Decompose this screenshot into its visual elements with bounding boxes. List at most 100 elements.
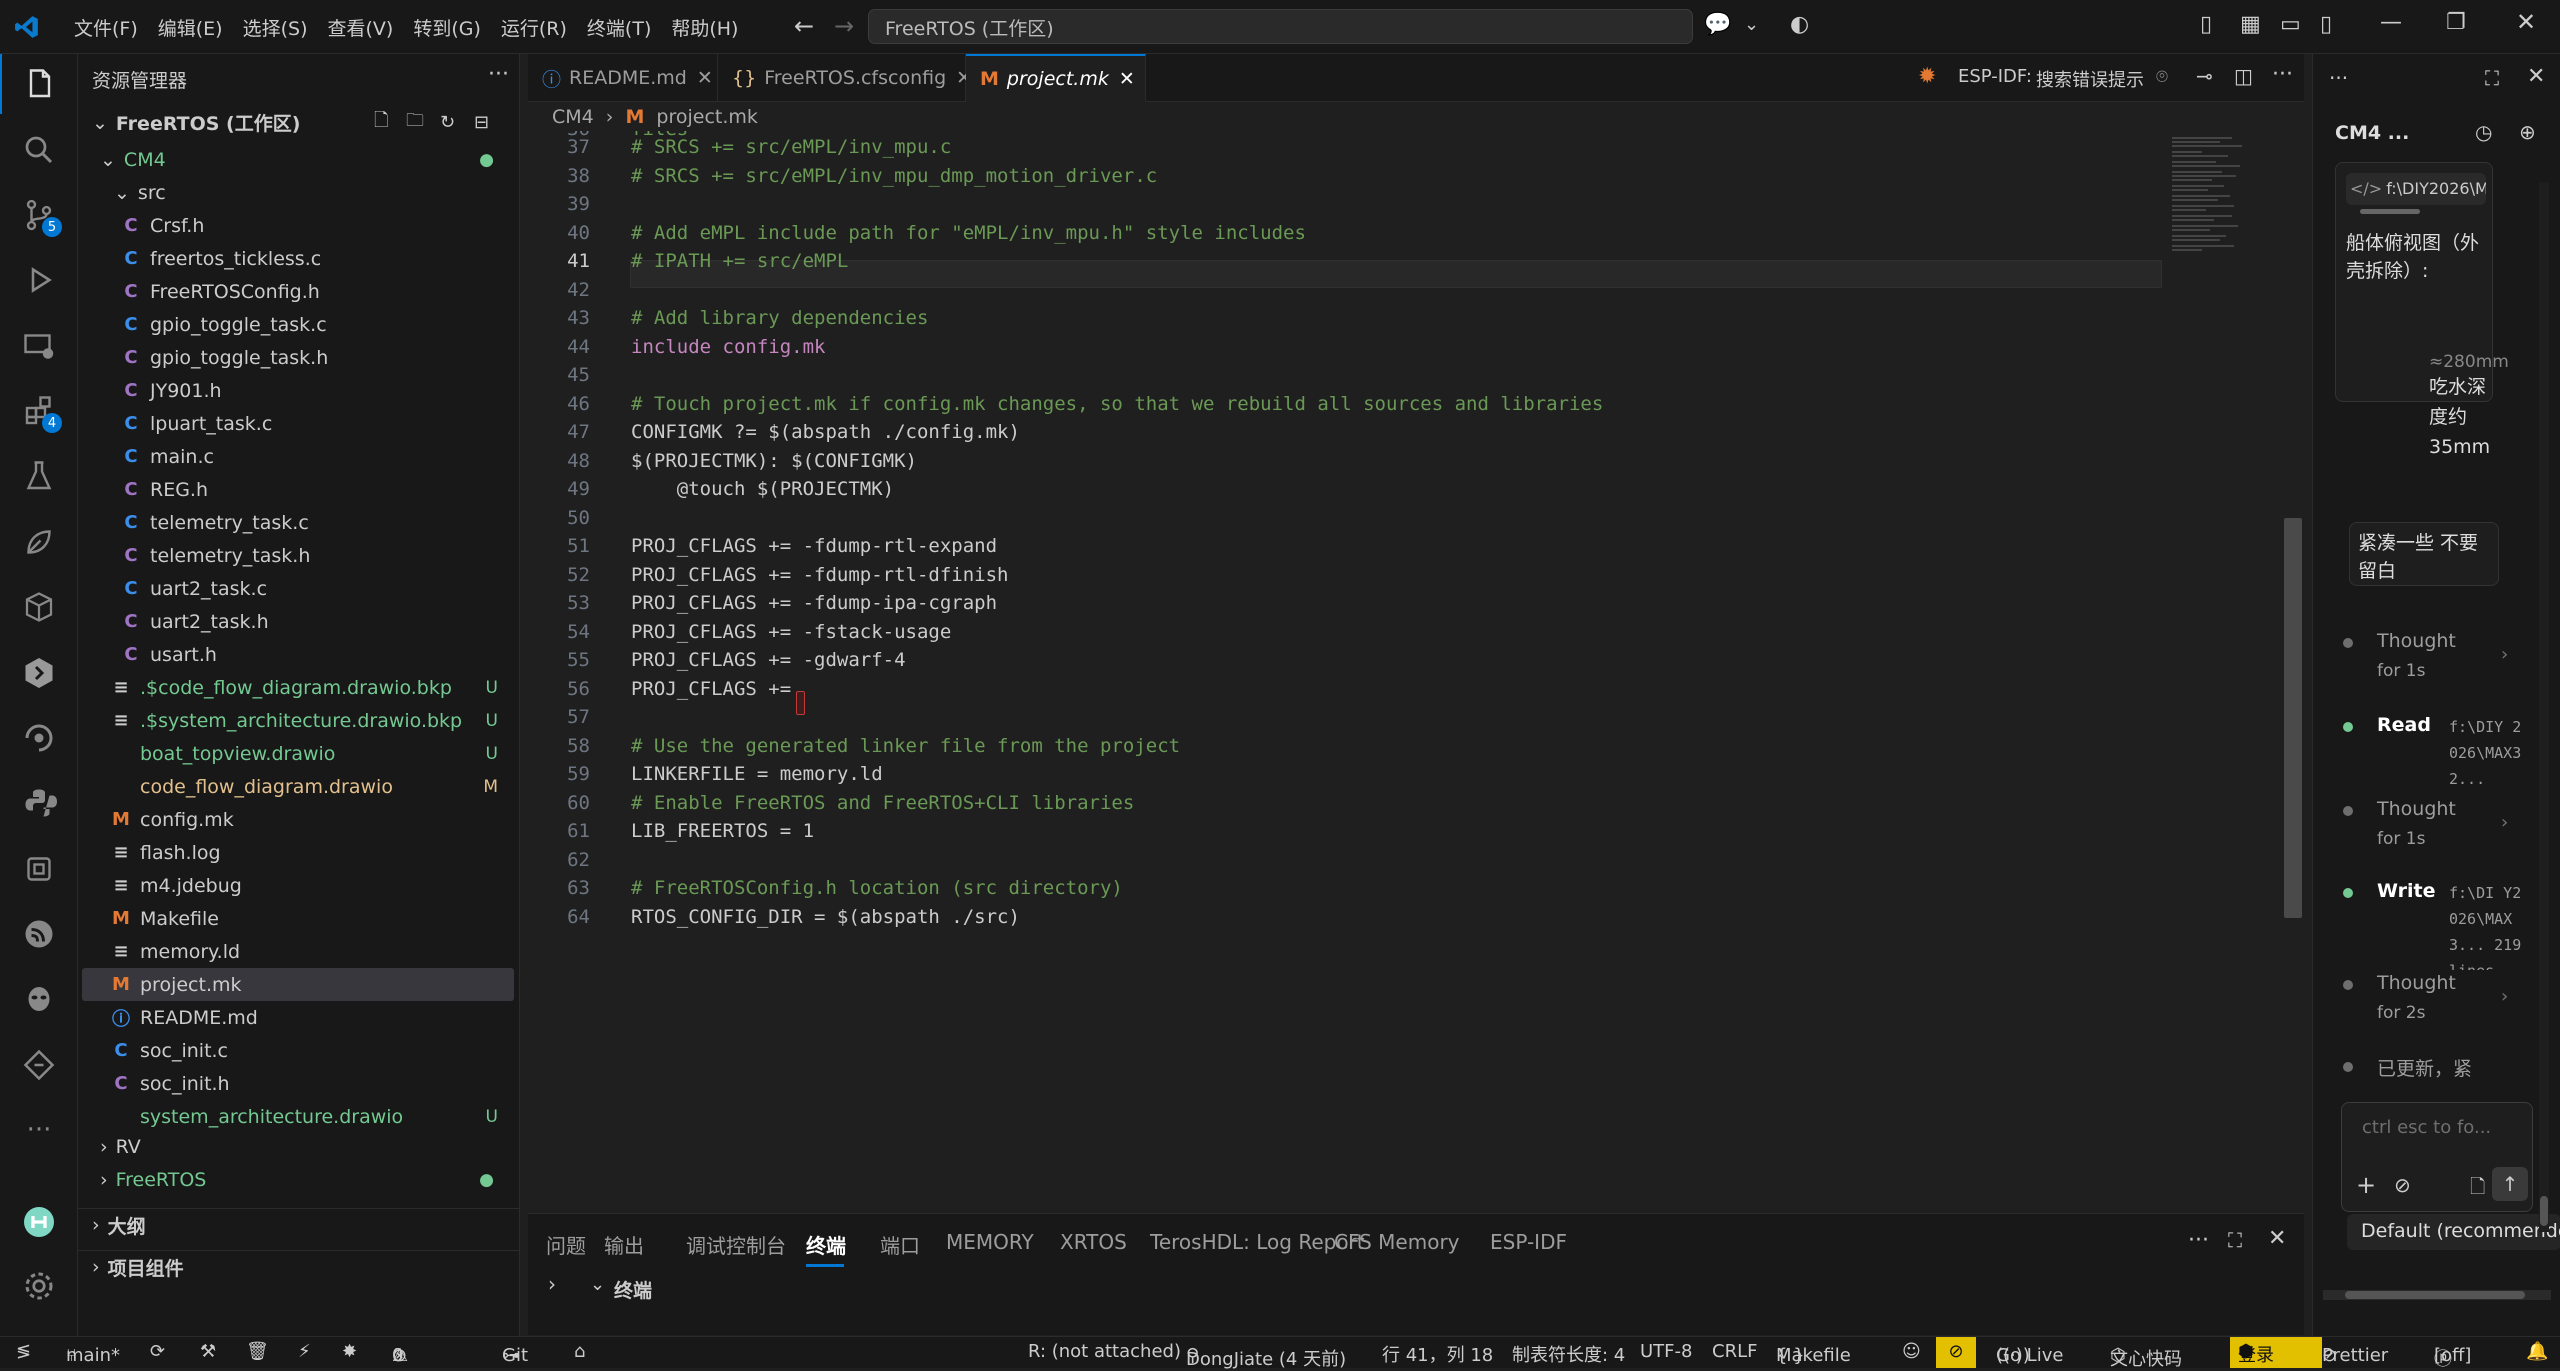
extensions-icon[interactable]: 4 <box>0 381 78 441</box>
file-row[interactable]: ≡ flash.log <box>78 836 520 869</box>
file-row[interactable]: Cusart.h <box>78 638 520 671</box>
close-icon[interactable]: ✕ <box>1119 68 1135 90</box>
folder-cm4[interactable]: ⌄ CM4 ● <box>78 143 520 176</box>
cursor-position[interactable]: 行 41，列 18 <box>1382 1341 1493 1367</box>
forward-arrow-icon[interactable]: → <box>834 12 854 40</box>
toggle-panel-icon[interactable]: ▭ <box>2280 12 2301 37</box>
menu-edit[interactable]: 编辑(E) <box>148 14 233 41</box>
file-icon[interactable]: 🗋 <box>2470 1173 2485 1205</box>
bug-icon[interactable]: ⌾ <box>2156 64 2168 88</box>
file-row[interactable]: Cgpio_toggle_task.h <box>78 341 520 374</box>
file-row[interactable]: system_architecture.drawio U <box>78 1100 520 1133</box>
panel-tab[interactable]: 端口 <box>880 1230 920 1259</box>
command-center-search[interactable]: FreeRTOS (工作区) <box>868 9 1693 44</box>
slash-command-icon[interactable]: ⊘ <box>2394 1173 2411 1197</box>
folder-freertos[interactable]: › FreeRTOS ● <box>78 1163 520 1196</box>
chat-vscrollbar[interactable] <box>2539 182 2549 1232</box>
bell-icon[interactable]: 🔔 <box>2526 1341 2548 1362</box>
chevron-down-icon[interactable]: ⌄ <box>590 1274 605 1295</box>
folder-src[interactable]: ⌄ src <box>78 176 520 209</box>
panel-tab[interactable]: XRTOS <box>1060 1230 1127 1254</box>
accounts-shield-icon[interactable]: ◐ <box>1790 12 1809 37</box>
close-icon[interactable]: ✕ <box>697 67 713 89</box>
minimize-icon[interactable]: — <box>2380 10 2402 35</box>
file-row[interactable]: boat_topview.drawio U <box>78 737 520 770</box>
file-row[interactable]: C REG.h <box>78 473 520 506</box>
close-panel-icon[interactable]: ✕ <box>2268 1226 2286 1251</box>
breadcrumb-folder[interactable]: CM4 <box>552 106 594 128</box>
project-components-section[interactable]: › 项目组件 <box>78 1250 520 1283</box>
chat-hscrollbar[interactable] <box>2323 1290 2551 1300</box>
menu-selection[interactable]: 选择(S) <box>233 14 318 41</box>
leaf-icon[interactable] <box>0 512 78 572</box>
file-row[interactable]: Mproject.mk <box>82 968 514 1001</box>
encoding[interactable]: UTF-8 <box>1640 1341 1692 1362</box>
maximize-panel-icon[interactable]: ⛶ <box>2228 1228 2242 1252</box>
settings-gear-icon[interactable] <box>0 1256 78 1316</box>
tab-cfsconfig[interactable]: {} FreeRTOS.cfsconfig ✕ <box>718 54 972 102</box>
panel-tab[interactable]: TerosHDL: Log Report <box>1150 1230 1365 1254</box>
menu-run[interactable]: 运行(R) <box>491 14 577 41</box>
chevron-down-icon[interactable]: ⌄ <box>1744 14 1759 35</box>
notification-highlight-icon[interactable]: ⊘ <box>1936 1337 1976 1368</box>
trash-icon[interactable]: 🗑 <box>246 1341 269 1362</box>
more-actions-icon[interactable]: ··· <box>2329 66 2348 90</box>
maximize-icon[interactable]: ⛶ <box>2485 66 2499 90</box>
alien-icon[interactable] <box>0 969 78 1029</box>
toggle-sidebar-icon[interactable]: ▯ <box>2200 12 2212 37</box>
espidf-error-hint-button[interactable]: 搜索错误提示 <box>2036 66 2144 92</box>
file-row[interactable]: code_flow_diagram.drawio M <box>78 770 520 803</box>
file-row[interactable]: Cmain.c <box>78 440 520 473</box>
vscroll-thumb[interactable] <box>2540 1196 2548 1226</box>
file-row[interactable]: Ctelemetry_task.c <box>78 506 520 539</box>
debugger-status[interactable]: R: (not attached) <box>1028 1341 1181 1362</box>
eol[interactable]: CRLF <box>1712 1341 1757 1362</box>
login-button[interactable]: ⬢ 登录 <box>2230 1337 2322 1368</box>
new-file-icon[interactable]: 🗋 <box>374 108 388 138</box>
file-row[interactable]: Csoc_init.h <box>78 1067 520 1100</box>
source-control-icon[interactable]: 5 <box>0 185 78 245</box>
file-row[interactable]: Cfreertos_tickless.c <box>78 242 520 275</box>
file-row[interactable]: ≡ .$code_flow_diagram.drawio.bkp U <box>78 671 520 704</box>
file-row[interactable]: ≡ .$system_architecture.drawio.bkp U <box>78 704 520 737</box>
tab-size[interactable]: 制表符长度: 4 <box>1512 1341 1625 1367</box>
run-debug-icon[interactable] <box>0 250 78 310</box>
remote-icon[interactable]: ≶ <box>16 1341 31 1362</box>
editor-scrollbar-thumb[interactable] <box>2284 518 2302 918</box>
outline-section[interactable]: › 大纲 <box>78 1208 520 1241</box>
file-row[interactable]: C FreeRTOSConfig.h <box>78 275 520 308</box>
chat-input-box[interactable]: ctrl esc to fo... + ⊘ 🗋 ↑ <box>2341 1102 2533 1212</box>
panel-tab[interactable]: 输出 <box>604 1230 644 1259</box>
chevron-right-icon[interactable]: › <box>2501 812 2508 833</box>
panel-tab[interactable]: 终端 <box>806 1230 846 1259</box>
file-row[interactable]: C JY901.h <box>78 374 520 407</box>
chevron-right-icon[interactable]: › <box>2501 644 2508 665</box>
platformio-icon[interactable] <box>0 708 78 768</box>
debug-icon[interactable]: ✸ <box>342 1341 357 1362</box>
python-icon[interactable] <box>0 773 78 833</box>
account-avatar-icon[interactable] <box>0 1192 78 1252</box>
layout-icon[interactable]: ▦ <box>2240 12 2261 37</box>
split-editor-icon[interactable]: ◫ <box>2234 64 2253 88</box>
toolkit-icon[interactable]: ⚒ <box>200 1341 216 1362</box>
sync-icon[interactable]: ⟳ <box>150 1341 165 1362</box>
file-row[interactable]: C Crsf.h <box>78 209 520 242</box>
cube-icon[interactable] <box>0 577 78 637</box>
add-context-icon[interactable]: + <box>2356 1171 2376 1199</box>
panel-tab[interactable]: MEMORY <box>946 1230 1034 1254</box>
chip-icon[interactable] <box>0 839 78 899</box>
git-commit-icon[interactable]: ⊸ <box>2196 64 2213 88</box>
tab-readme[interactable]: ⓘ README.md ✕ <box>528 54 718 102</box>
send-icon[interactable]: ↑ <box>2492 1167 2528 1201</box>
panel-tab[interactable]: 调试控制台 <box>686 1230 786 1259</box>
espressif-icon[interactable] <box>0 904 78 964</box>
file-row[interactable]: Ctelemetry_task.h <box>78 539 520 572</box>
minimap[interactable] <box>2168 132 2254 262</box>
folder-rv[interactable]: › RV <box>78 1130 520 1163</box>
chevron-right-icon[interactable]: › <box>548 1272 556 1296</box>
menu-file[interactable]: 文件(F) <box>64 14 148 41</box>
git-diamond-icon[interactable] <box>0 1035 78 1095</box>
restore-icon[interactable]: ❐ <box>2446 10 2466 35</box>
file-row[interactable]: Cgpio_toggle_task.c <box>78 308 520 341</box>
chip-scrollbar[interactable] <box>2360 209 2420 214</box>
